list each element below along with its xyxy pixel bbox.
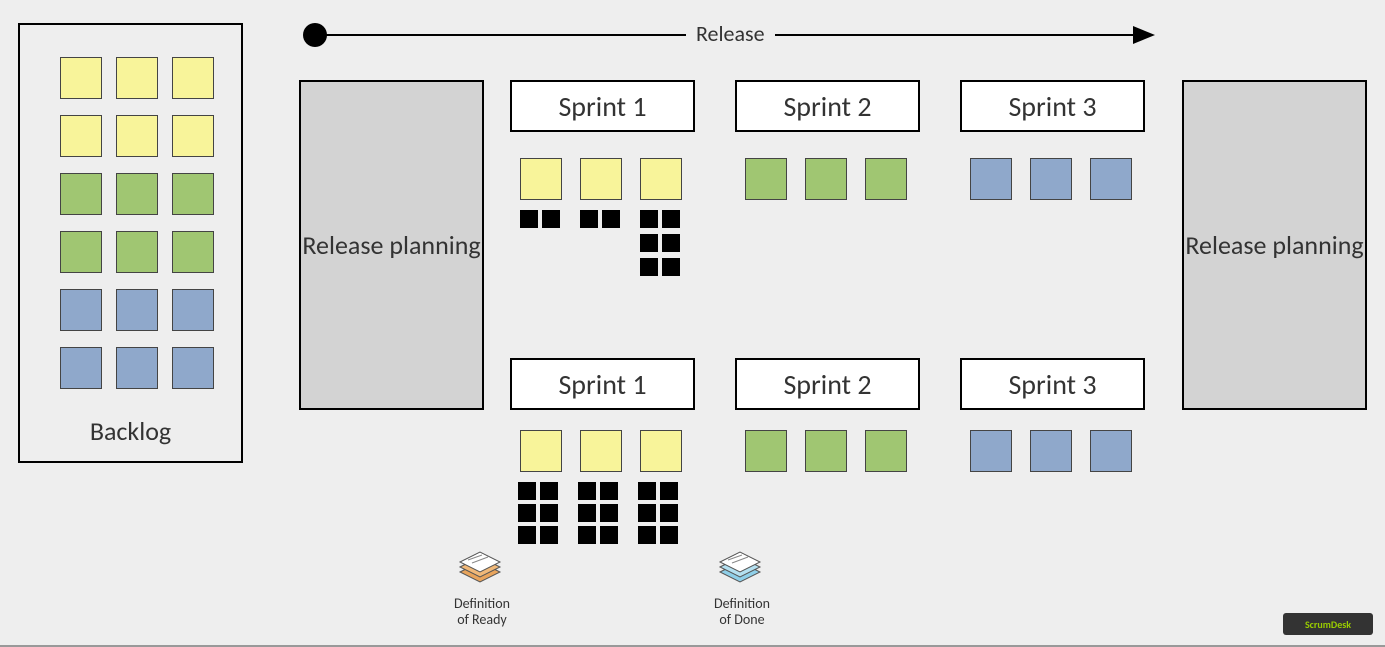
task <box>578 482 596 500</box>
backlog-card <box>116 173 158 215</box>
backlog-card <box>60 289 102 331</box>
backlog-card <box>60 347 102 389</box>
sprint-card <box>865 158 907 200</box>
task <box>540 482 558 500</box>
task <box>638 526 656 544</box>
task <box>640 258 658 276</box>
task <box>580 210 598 228</box>
document-stack-ready-icon <box>452 548 508 592</box>
task <box>540 504 558 522</box>
sprint-heading: Sprint 1 <box>510 80 695 132</box>
definition-of-ready-label: Definition of Ready <box>450 596 514 628</box>
sprint-card <box>805 430 847 472</box>
release-label: Release <box>686 20 775 47</box>
task <box>638 504 656 522</box>
sprint-card <box>520 430 562 472</box>
backlog-card <box>172 57 214 99</box>
task <box>602 210 620 228</box>
backlog-panel: Backlog <box>18 23 243 463</box>
timeline-arrow-head <box>1133 26 1155 44</box>
backlog-card <box>116 115 158 157</box>
task <box>600 504 618 522</box>
backlog-card <box>172 231 214 273</box>
task <box>520 210 538 228</box>
sprint-card <box>640 158 682 200</box>
sprint-card <box>745 430 787 472</box>
definition-of-done-label: Definition of Done <box>710 596 774 628</box>
task <box>660 526 678 544</box>
sprint-heading: Sprint 3 <box>960 358 1145 410</box>
sprint-card <box>970 158 1012 200</box>
task <box>640 210 658 228</box>
document-stack-done-icon <box>712 548 768 592</box>
task <box>518 526 536 544</box>
task <box>662 210 680 228</box>
sprint-card <box>580 430 622 472</box>
backlog-card <box>60 173 102 215</box>
task <box>518 504 536 522</box>
task <box>660 504 678 522</box>
backlog-card <box>60 231 102 273</box>
sprint-heading: Sprint 1 <box>510 358 695 410</box>
sprint-heading: Sprint 2 <box>735 358 920 410</box>
task <box>638 482 656 500</box>
sprint-card <box>865 430 907 472</box>
backlog-card <box>172 289 214 331</box>
task <box>518 482 536 500</box>
sprint-card <box>805 158 847 200</box>
task <box>542 210 560 228</box>
sprint-card <box>1030 158 1072 200</box>
backlog-card <box>172 173 214 215</box>
sprint-heading: Sprint 2 <box>735 80 920 132</box>
sprint-card <box>970 430 1012 472</box>
task <box>662 258 680 276</box>
backlog-card <box>172 347 214 389</box>
backlog-card <box>60 57 102 99</box>
task <box>540 526 558 544</box>
release-planning-left: Release planning <box>299 80 484 410</box>
backlog-card <box>60 115 102 157</box>
sprint-card <box>640 430 682 472</box>
sprint-card <box>580 158 622 200</box>
release-planning-right: Release planning <box>1182 80 1367 410</box>
task <box>600 526 618 544</box>
backlog-card <box>116 289 158 331</box>
sprint-card <box>520 158 562 200</box>
backlog-card <box>116 231 158 273</box>
sprint-card <box>745 158 787 200</box>
backlog-card <box>116 57 158 99</box>
task <box>660 482 678 500</box>
sprint-card <box>1090 430 1132 472</box>
task <box>640 234 658 252</box>
sprint-heading: Sprint 3 <box>960 80 1145 132</box>
scrumdesk-logo: ScrumDesk <box>1283 613 1373 635</box>
task <box>578 504 596 522</box>
logo-text: ScrumDesk <box>1305 618 1351 631</box>
backlog-card <box>116 347 158 389</box>
task <box>662 234 680 252</box>
task <box>600 482 618 500</box>
sprint-card <box>1090 158 1132 200</box>
backlog-card <box>172 115 214 157</box>
backlog-title: Backlog <box>20 415 241 447</box>
task <box>578 526 596 544</box>
sprint-card <box>1030 430 1072 472</box>
